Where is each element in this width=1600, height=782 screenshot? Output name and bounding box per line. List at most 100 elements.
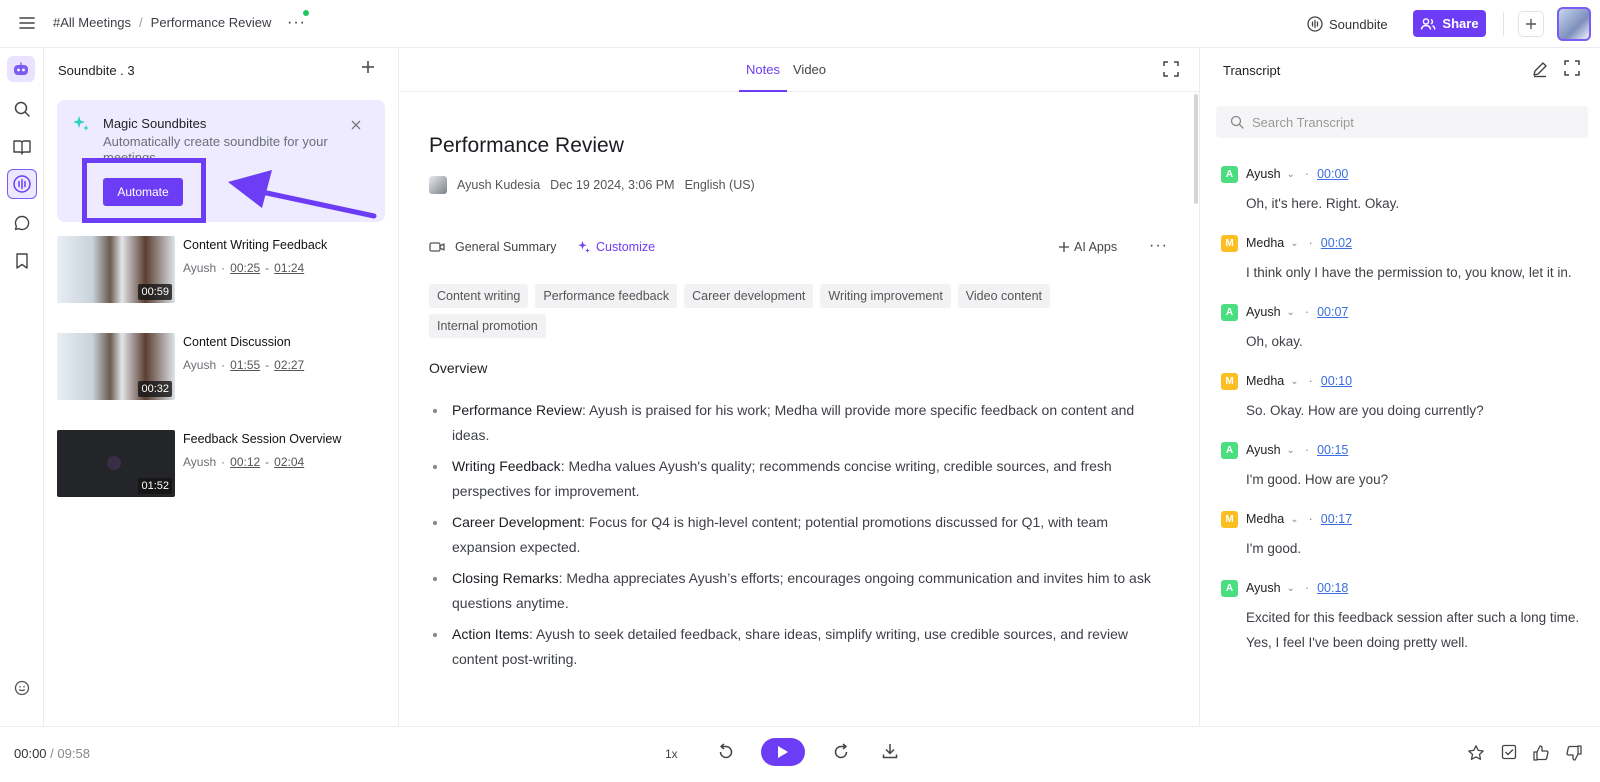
clip-title[interactable]: Content Writing Feedback [183,238,327,252]
tab-notes[interactable]: Notes [746,62,780,77]
speaker-name[interactable]: Medha [1246,374,1284,388]
tag[interactable]: Career development [684,284,814,308]
user-avatar[interactable] [1557,7,1591,41]
tag[interactable]: Video content [957,284,1051,308]
add-soundbite-icon[interactable] [361,60,375,74]
transcript-entry: A Ayush ⌄ · 00:07 Oh, okay. [1221,303,1591,354]
thumbs-up-icon[interactable] [1532,744,1550,762]
timestamp-link[interactable]: 00:17 [1321,512,1352,526]
soundbite-panel: Soundbite . 3 Magic Soundbites Automatic… [44,48,399,726]
tag[interactable]: Performance feedback [535,284,678,308]
timestamp-link[interactable]: 00:00 [1317,167,1348,181]
overview-list: Performance Review: Ayush is praised for… [429,398,1169,678]
menu-icon[interactable] [18,15,36,31]
checkbox-icon[interactable] [1501,744,1517,760]
fullscreen-icon[interactable] [1163,61,1179,77]
tab-video[interactable]: Video [793,62,826,77]
transcript-list: A Ayush ⌄ · 00:00 Oh, it's here. Right. … [1221,165,1591,673]
search-transcript-field[interactable] [1216,106,1588,138]
clip-start-time[interactable]: 00:12 [230,455,260,469]
media-player: 00:00 / 09:58 1x [0,726,1600,782]
chat-icon[interactable] [11,212,33,234]
breadcrumb-current: Performance Review [150,15,272,30]
chevron-down-icon[interactable]: ⌄ [1287,445,1295,456]
top-bar: #All Meetings / Performance Review ··· S… [0,0,1600,48]
clip-end-time[interactable]: 02:27 [274,358,304,372]
soundbite-button[interactable]: Soundbite [1307,12,1388,36]
clip-thumbnail[interactable]: 00:59 [57,236,175,303]
chevron-down-icon[interactable]: ⌄ [1290,376,1298,387]
speaker-name[interactable]: Medha [1246,236,1284,250]
soundbite-clip[interactable]: 00:32 Content Discussion Ayush · 01:55- 0… [57,333,387,401]
chevron-down-icon[interactable]: ⌄ [1290,514,1298,525]
timestamp-link[interactable]: 00:18 [1317,581,1348,595]
clip-title[interactable]: Feedback Session Overview [183,432,341,446]
automate-button[interactable]: Automate [103,178,183,206]
book-icon[interactable] [11,136,33,158]
clip-end-time[interactable]: 02:04 [274,455,304,469]
add-button[interactable] [1518,11,1544,37]
thumbs-down-icon[interactable] [1565,744,1583,762]
clip-thumbnail[interactable]: 01:52 [57,430,175,497]
share-button[interactable]: Share [1413,10,1486,37]
forward-icon[interactable] [831,742,851,762]
timestamp-link[interactable]: 00:10 [1321,374,1352,388]
clip-end-time[interactable]: 01:24 [274,261,304,275]
speaker-name[interactable]: Ayush [1246,167,1281,181]
total-duration: 09:58 [57,746,90,761]
transcript-text: I'm good. [1246,541,1302,556]
clip-thumbnail[interactable]: 00:32 [57,333,175,400]
close-icon[interactable] [351,120,361,130]
play-button[interactable] [761,738,805,766]
status-dot [303,10,309,16]
list-item: Action Items: Ayush to seek detailed fee… [429,622,1169,672]
chevron-down-icon[interactable]: ⌄ [1290,238,1298,249]
scrollbar[interactable] [1194,94,1198,204]
fullscreen-icon[interactable] [1564,60,1580,76]
general-summary-dropdown[interactable]: General Summary [429,240,556,254]
chevron-down-icon[interactable]: ⌄ [1287,169,1295,180]
search-transcript-input[interactable] [1252,114,1572,130]
speaker-name[interactable]: Ayush [1246,443,1281,457]
soundbite-clip[interactable]: 01:52 Feedback Session Overview Ayush · 0… [57,430,387,498]
page-title: Performance Review [429,134,624,157]
smiley-icon[interactable] [11,677,33,699]
transcript-entry: M Medha ⌄ · 00:02 I think only I have th… [1221,234,1591,285]
soundbite-nav-icon[interactable] [7,169,37,199]
clip-start-time[interactable]: 00:25 [230,261,260,275]
more-options-icon[interactable]: ··· [287,14,306,32]
speaker-badge: M [1221,372,1238,390]
tag[interactable]: Internal promotion [429,314,546,338]
clip-duration: 01:52 [138,478,172,494]
tag[interactable]: Writing improvement [820,284,951,308]
chevron-down-icon[interactable]: ⌄ [1287,307,1295,318]
speaker-name[interactable]: Ayush [1246,581,1281,595]
breadcrumb-all-meetings[interactable]: #All Meetings [53,15,131,30]
speaker-name[interactable]: Medha [1246,512,1284,526]
edit-icon[interactable] [1531,60,1549,78]
sparkle-icon [71,114,91,134]
clip-start-time[interactable]: 01:55 [230,358,260,372]
rewind-icon[interactable] [716,742,736,762]
star-icon[interactable] [1467,744,1485,762]
transcript-entry: A Ayush ⌄ · 00:18 Excited for this feedb… [1221,579,1591,655]
customize-button[interactable]: Customize [577,240,655,254]
bookmark-icon[interactable] [11,250,33,272]
more-options-icon[interactable]: ··· [1149,237,1168,255]
soundbite-clip[interactable]: 00:59 Content Writing Feedback Ayush · 00… [57,236,387,304]
transcript-text: Oh, it's here. Right. Okay. [1246,196,1400,211]
download-icon[interactable] [881,742,899,760]
chevron-down-icon[interactable]: ⌄ [1287,583,1295,594]
timestamp-link[interactable]: 00:15 [1317,443,1348,457]
clip-title[interactable]: Content Discussion [183,335,291,349]
playback-speed-button[interactable]: 1x [665,747,678,761]
timestamp-link[interactable]: 00:02 [1321,236,1352,250]
bot-logo-icon[interactable] [7,56,35,82]
tag[interactable]: Content writing [429,284,529,308]
search-icon[interactable] [11,98,33,120]
ai-apps-button[interactable]: AI Apps [1059,240,1117,254]
timestamp-link[interactable]: 00:07 [1317,305,1348,319]
author-name: Ayush Kudesia [457,178,541,192]
speaker-name[interactable]: Ayush [1246,305,1281,319]
transcript-text: Excited for this feedback session after … [1246,610,1580,650]
